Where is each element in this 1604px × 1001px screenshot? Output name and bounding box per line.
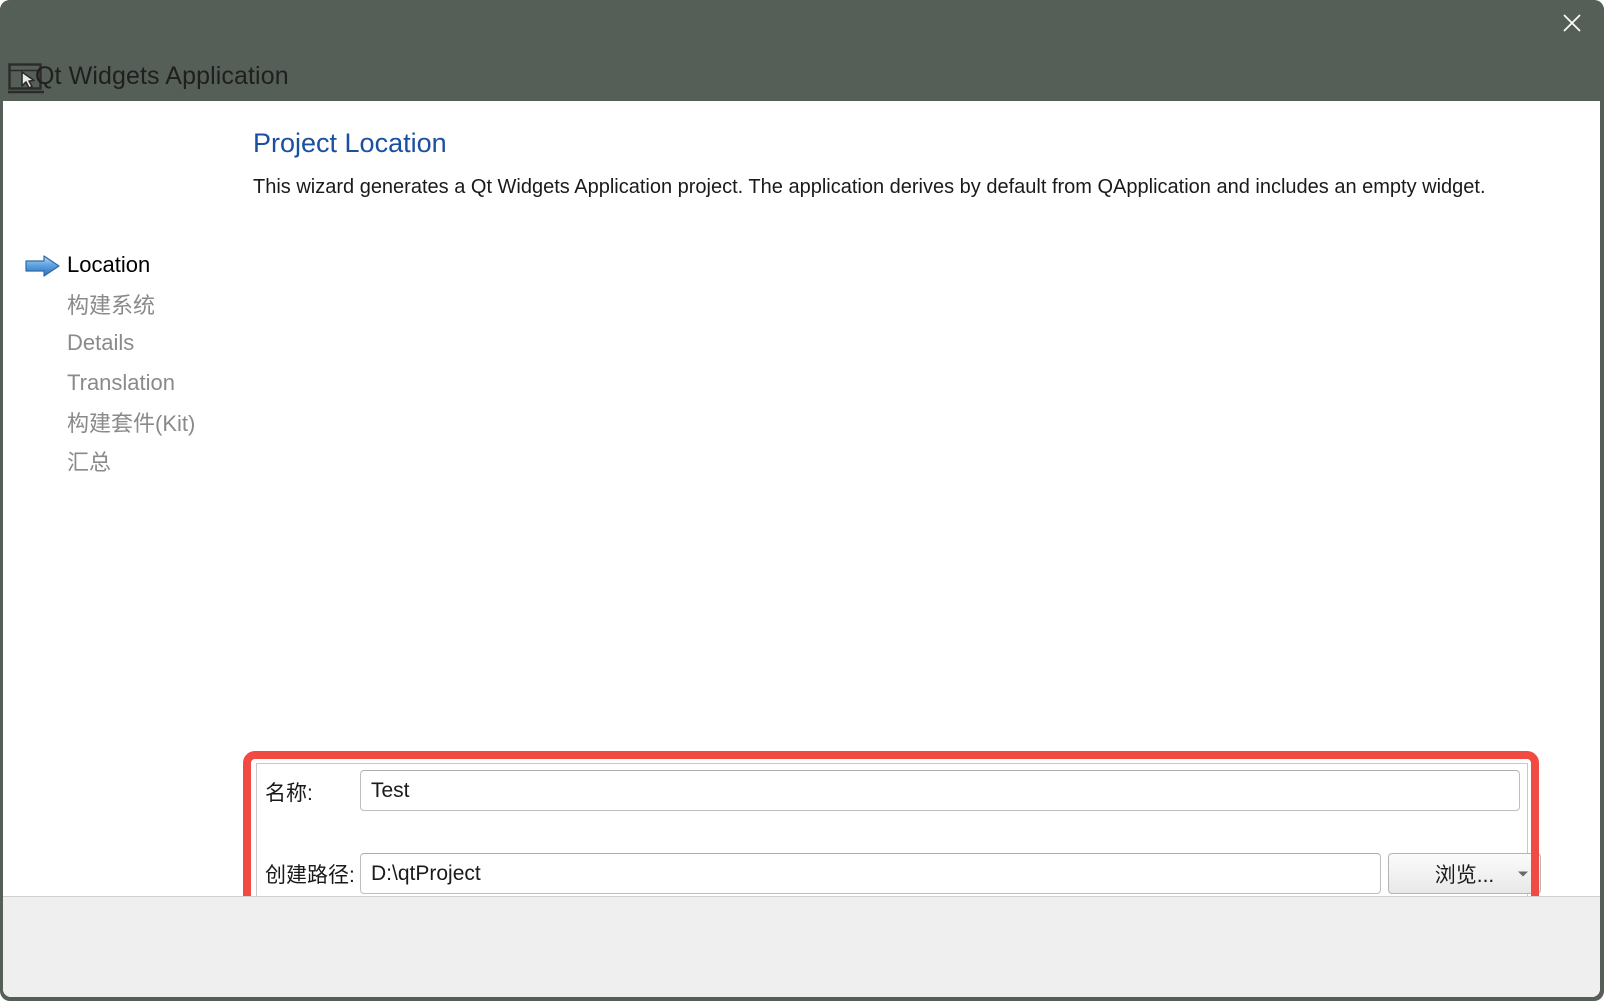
sidebar-item-details[interactable]: Details [3, 323, 243, 363]
page-description: This wizard generates a Qt Widgets Appli… [253, 176, 1486, 198]
sidebar-item-label: 汇总 [67, 450, 112, 475]
blue-right-arrow-icon [23, 254, 63, 278]
sidebar-item-label: 构建系统 [67, 293, 156, 318]
wizard-window: Qt Widgets Application Location 构建系统 Det… [0, 0, 1604, 1001]
window-title: Qt Widgets Application [35, 62, 289, 90]
close-icon[interactable] [1540, 0, 1604, 46]
page-title: Project Location [253, 128, 447, 158]
sidebar-item-kit[interactable]: 构建套件(Kit) [3, 402, 243, 442]
sidebar-item-build-system[interactable]: 构建系统 [3, 284, 243, 324]
dialog-body: Location 构建系统 Details Translation 构建套件(K… [3, 101, 1600, 997]
title-bar: Qt Widgets Application [0, 0, 1604, 101]
dialog-button-bar [3, 896, 1600, 997]
sidebar-item-label: 构建套件(Kit) [67, 411, 196, 436]
sidebar-item-translation[interactable]: Translation [3, 363, 243, 403]
wizard-sidebar: Location 构建系统 Details Translation 构建套件(K… [3, 101, 243, 896]
sidebar-item-location[interactable]: Location [3, 245, 243, 285]
sidebar-item-label: Translation [67, 370, 176, 395]
sidebar-item-label: Details [67, 330, 135, 355]
sidebar-item-summary[interactable]: 汇总 [3, 441, 243, 481]
sidebar-item-label: Location [67, 252, 151, 277]
